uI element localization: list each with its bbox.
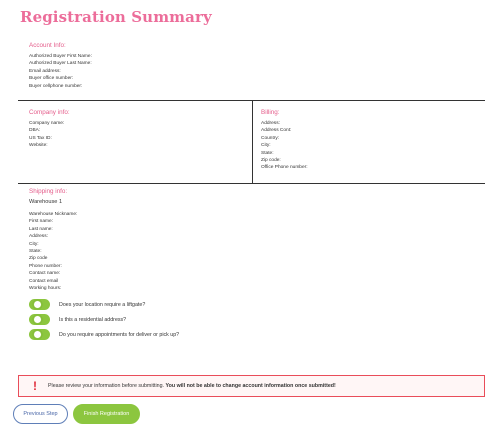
liftgate-toggle-label: Does your location require a liftgate?	[59, 301, 146, 308]
liftgate-toggle[interactable]	[29, 299, 50, 310]
shipping-field-contact-name: Contact name:	[29, 271, 61, 277]
shipping-field-state: State:	[29, 249, 42, 255]
shipping-field-address: Address:	[29, 234, 48, 240]
account-field-cellphone: Buyer cellphone number:	[29, 83, 83, 89]
account-info-heading: Account Info:	[29, 42, 66, 49]
finish-registration-button[interactable]: Finish Registration	[73, 404, 140, 424]
company-field-website: Website:	[29, 143, 48, 149]
account-field-office-number: Buyer office number:	[29, 76, 74, 82]
toggle-knob	[33, 300, 42, 309]
alert-message: Please review your information before su…	[48, 383, 336, 389]
previous-step-button[interactable]: Previous Step	[13, 404, 68, 424]
company-info-section: Company info: Company name: DBA: US Tax …	[29, 109, 70, 150]
company-field-tax-id: US Tax ID:	[29, 135, 52, 141]
billing-section: Billing: Address: Address Cont: Country:…	[261, 109, 308, 172]
appointments-toggle[interactable]	[29, 329, 50, 340]
billing-field-country: Country:	[261, 135, 280, 141]
billing-field-office-phone: Office Phone number:	[261, 165, 308, 171]
billing-field-state: State:	[261, 150, 274, 156]
account-field-first-name: Authorized Buyer First Name:	[29, 54, 92, 59]
toggle-row-liftgate: Does your location require a liftgate?	[29, 297, 179, 312]
billing-heading: Billing:	[261, 109, 280, 116]
company-field-dba: DBA:	[29, 128, 41, 134]
shipping-field-city: City:	[29, 241, 39, 247]
company-info-heading: Company info:	[29, 109, 70, 116]
shipping-field-working-hours: Working hours:	[29, 286, 62, 292]
shipping-field-phone: Phone number:	[29, 263, 62, 269]
toggle-knob	[33, 330, 42, 339]
billing-field-address-cont: Address Cont:	[261, 128, 292, 134]
alert-text-bold: You will not be able to change account i…	[165, 383, 336, 389]
warehouse-title: Warehouse 1	[29, 199, 63, 205]
exclamation-icon: !	[33, 379, 37, 393]
account-field-last-name: Authorized Buyer Last Name:	[29, 61, 92, 67]
shipping-field-last-name: Last name:	[29, 226, 53, 232]
toggle-row-appointments: Do you require appointments for deliver …	[29, 327, 179, 342]
billing-field-zip: Zip code:	[261, 158, 281, 164]
toggle-row-residential: Is this a residential address?	[29, 312, 179, 327]
alert-text-normal: Please review your information before su…	[48, 383, 164, 389]
review-warning-alert: ! Please review your information before …	[18, 375, 485, 397]
page-title: Registration Summary	[20, 8, 212, 26]
shipping-field-contact-email: Contact email	[29, 278, 59, 284]
divider-vertical	[252, 100, 253, 183]
appointments-toggle-label: Do you require appointments for deliver …	[59, 331, 180, 338]
toggle-knob	[33, 315, 42, 324]
billing-field-address: Address:	[261, 121, 280, 126]
account-field-email: Email address:	[29, 68, 61, 74]
shipping-toggles: Does your location require a liftgate? I…	[29, 297, 179, 342]
shipping-info-section: Shipping info: Warehouse 1 Warehouse Nic…	[29, 188, 77, 292]
shipping-field-first-name: First name:	[29, 219, 53, 225]
divider-middle	[18, 183, 485, 184]
company-field-name: Company name:	[29, 121, 65, 126]
residential-toggle-label: Is this a residential address?	[59, 316, 127, 323]
shipping-info-heading: Shipping info:	[29, 188, 68, 195]
billing-field-city: City:	[261, 143, 271, 149]
shipping-field-nickname: Warehouse Nickname:	[29, 212, 78, 217]
account-info-section: Account Info: Authorized Buyer First Nam…	[29, 42, 92, 90]
shipping-field-zip: Zip code	[29, 256, 48, 262]
residential-toggle[interactable]	[29, 314, 50, 325]
